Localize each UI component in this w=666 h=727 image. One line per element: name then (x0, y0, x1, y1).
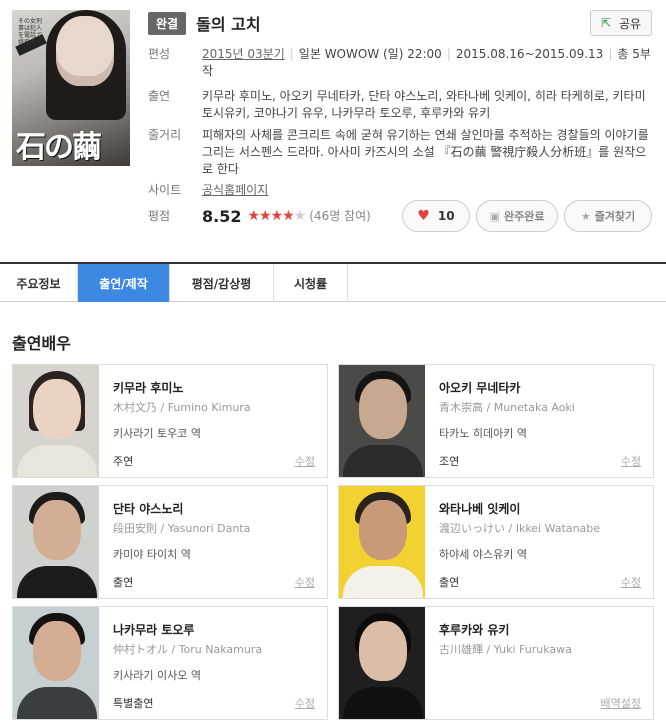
actor-role: 키사라기 이사오 역 (113, 669, 201, 682)
tab-main-info[interactable]: 주요정보 (0, 264, 78, 302)
edit-link[interactable]: 수정 (621, 453, 641, 469)
rating-row: 평점 8.52 ★★★★★ (46명 참여) (148, 208, 371, 225)
schedule-quarter-link[interactable]: 2015년 03분기 (202, 47, 285, 61)
edit-link[interactable]: 수정 (295, 695, 315, 711)
edit-link[interactable]: 수정 (295, 574, 315, 590)
share-icon: ⇱ (600, 16, 612, 30)
actor-role: 타카노 히데아키 역 (439, 427, 527, 440)
actor-name[interactable]: 후루카와 유키 (439, 621, 509, 638)
tab-reviews[interactable]: 평점/감상평 (170, 264, 274, 302)
tab-ratings[interactable]: 시청률 (274, 264, 348, 302)
schedule-period: 2015.08.16~2015.09.13 (455, 47, 604, 61)
rating-count: (46명 참여) (309, 209, 371, 223)
title-row: 완결 돌의 고치 (148, 10, 654, 36)
favorite-label: 즐겨찾기 (594, 210, 636, 223)
plot-value: 피해자의 사체를 콘크리트 속에 굳혀 유기하는 연쇄 살인마를 추적하는 경찰… (202, 128, 649, 176)
tab-cast-production[interactable]: 출연/제작 (78, 264, 170, 302)
drama-info: 완결 돌의 고치 ⇱ 공유 편성 2015년 03분기 | 일본 WOWOW (일)… (148, 10, 654, 225)
star-icon: ★ (580, 209, 591, 223)
actor-original-name: 仲村トオル / Toru Nakamura (113, 643, 263, 656)
plot-row: 줄거리 피해자의 사체를 콘크리트 속에 굳혀 유기하는 연쇄 살인마를 추적하… (148, 127, 652, 178)
rating-label: 평점 (148, 209, 171, 223)
actor-name[interactable]: 아오키 무네타카 (439, 379, 520, 396)
site-label: 사이트 (148, 183, 182, 197)
poster-title: 石の繭 (16, 130, 102, 165)
plot-label: 줄거리 (148, 128, 182, 142)
actor-original-name: 渡辺いっけい / Ikkei Watanabe (439, 522, 601, 535)
poster-figure-face (56, 16, 114, 86)
actor-name[interactable]: 단타 야스노리 (113, 500, 183, 517)
actor-photo (13, 486, 99, 598)
cast-card[interactable]: 단타 야스노리 段田安則 / Yasunori Danta 카미야 타이치 역 … (12, 485, 328, 599)
rating-score: 8.52 (202, 207, 242, 226)
poster-side-text: その女刑事は犯人を電話で挑発する (18, 18, 43, 46)
role-type: 주연 (113, 455, 134, 468)
actor-photo (13, 365, 99, 477)
share-label: 공유 (618, 16, 642, 31)
actor-name[interactable]: 키무라 후미노 (113, 379, 183, 396)
site-row: 사이트 공식홈페이지 (148, 182, 652, 199)
rating-stars: ★★★★★ (247, 208, 306, 224)
like-button[interactable]: ♥ 10 (402, 200, 470, 232)
actor-name[interactable]: 와타나베 잇케이 (439, 500, 520, 517)
cast-value: 키무라 후미노, 아오키 무네타카, 단타 야스노리, 와타나베 잇케이, 히라… (202, 89, 646, 120)
status-badge: 완결 (148, 11, 187, 35)
favorite-button[interactable]: ★ 즐겨찾기 (564, 200, 652, 232)
cast-card[interactable]: 아오키 무네타카 青木崇高 / Munetaka Aoki 타카노 히데아키 역… (338, 364, 654, 478)
cast-card[interactable]: 키무라 후미노 木村文乃 / Fumino Kimura 키사라기 토우코 역 … (12, 364, 328, 478)
role-type: 조연 (439, 455, 460, 468)
detail-tabs: 주요정보 출연/제작 평점/감상평 시청률 (0, 262, 666, 302)
cast-label: 출연 (148, 89, 171, 103)
complete-watch-button[interactable]: ▣ 완주완료 (476, 200, 558, 232)
cast-card[interactable]: 후루카와 유키 古川雄輝 / Yuki Furukawa 배역설정 (338, 606, 654, 720)
actor-photo (339, 486, 425, 598)
like-count: 10 (437, 209, 455, 223)
official-site-link[interactable]: 공식홈페이지 (202, 183, 268, 197)
edit-link[interactable]: 수정 (295, 453, 315, 469)
actor-photo (339, 607, 425, 719)
actor-name[interactable]: 나카무라 토오루 (113, 621, 194, 638)
role-type: 출연 (113, 576, 134, 589)
actor-role: 카미야 타이치 역 (113, 548, 191, 561)
drama-poster: その女刑事は犯人を電話で挑発する 石の繭 (12, 10, 130, 166)
actor-role: 하야세 야스유키 역 (439, 548, 527, 561)
role-type: 출연 (439, 576, 460, 589)
tv-icon: ▣ (489, 209, 500, 223)
role-type: 특별출연 (113, 697, 154, 710)
heart-icon: ♥ (417, 208, 430, 224)
complete-label: 완주완료 (503, 210, 545, 223)
share-button[interactable]: ⇱ 공유 (590, 10, 652, 36)
actor-photo (339, 365, 425, 477)
actor-original-name: 段田安則 / Yasunori Danta (113, 522, 251, 535)
cast-card[interactable]: 나카무라 토오루 仲村トオル / Toru Nakamura 키사라기 이사오 … (12, 606, 328, 720)
schedule-channel: 일본 WOWOW (일) 22:00 (298, 47, 442, 61)
cast-card[interactable]: 와타나베 잇케이 渡辺いっけい / Ikkei Watanabe 하야세 야스유… (338, 485, 654, 599)
actor-role: 키사라기 토우코 역 (113, 427, 201, 440)
cast-row: 출연 키무라 후미노, 아오키 무네타카, 단타 야스노리, 와타나베 잇케이,… (148, 88, 652, 122)
schedule-label: 편성 (148, 47, 171, 61)
actor-photo (13, 607, 99, 719)
schedule-value: 2015년 03분기 | 일본 WOWOW (일) 22:00 | 2015.08.16… (202, 47, 651, 78)
drama-title: 돌의 고치 (196, 15, 261, 34)
actor-original-name: 青木崇高 / Munetaka Aoki (439, 401, 575, 414)
edit-link[interactable]: 수정 (621, 574, 641, 590)
actor-original-name: 木村文乃 / Fumino Kimura (113, 401, 251, 414)
actor-original-name: 古川雄輝 / Yuki Furukawa (439, 643, 572, 656)
schedule-row: 편성 2015년 03분기 | 일본 WOWOW (일) 22:00 | 2015.08… (148, 46, 652, 80)
section-title: 출연배우 (12, 334, 71, 353)
set-role-link[interactable]: 배역설정 (601, 695, 641, 711)
